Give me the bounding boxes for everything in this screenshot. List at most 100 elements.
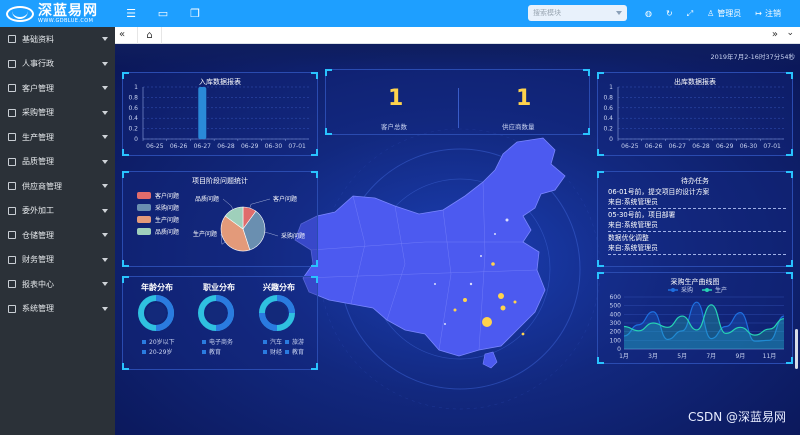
legend-label: 20-29岁 bbox=[149, 349, 173, 356]
pie-label: 采购问题 bbox=[281, 232, 305, 240]
window-icon[interactable]: ▭ bbox=[147, 0, 179, 27]
y-tick-label: 0.6 bbox=[128, 105, 138, 112]
issue-pie-chart: 客户问题采购问题 生产问题 品质问题 bbox=[193, 195, 305, 252]
search-select[interactable]: 搜索模块 bbox=[528, 5, 627, 21]
logout-button[interactable]: ↦ 注销 bbox=[748, 0, 788, 27]
tabs-next-icon[interactable]: » bbox=[772, 29, 778, 40]
donut-legend-item: 20-29岁 bbox=[142, 347, 172, 356]
chevron-down-icon bbox=[102, 61, 108, 69]
tabs-prev-icon[interactable]: « bbox=[119, 29, 125, 40]
bar bbox=[198, 87, 207, 139]
sidebar-item[interactable]: 采购管理 bbox=[0, 101, 115, 126]
x-tick-label: 06-29 bbox=[241, 143, 259, 150]
x-tick-label: 06-30 bbox=[740, 143, 758, 150]
supplier-count-label: 供应商数量 bbox=[502, 123, 535, 131]
brand-url: WWW.GDBLUE.COM bbox=[38, 17, 94, 24]
sidebar-item-label: 财务管理 bbox=[22, 255, 54, 265]
brand-logo[interactable]: 深蓝易网 WWW.GDBLUE.COM bbox=[0, 0, 115, 27]
tabs-menu-icon[interactable]: ⌄ bbox=[786, 28, 794, 38]
sidebar-item[interactable]: 基础资料 bbox=[0, 27, 115, 52]
legend-swatch bbox=[263, 349, 267, 354]
user-menu[interactable]: ♙ 管理员 bbox=[700, 0, 748, 27]
menu-item-icon bbox=[8, 84, 16, 93]
refresh-icon[interactable]: ↻ bbox=[659, 0, 680, 27]
pie-label: 品质问题 bbox=[195, 195, 219, 203]
donut-legend-item: 旅游 bbox=[285, 337, 304, 346]
purchase-production-panel: 采购生产曲线图 采购 生产 0 100 200 300 400 500 600 1月 3月 5月 7月 9… bbox=[597, 272, 793, 364]
scrollbar-thumb[interactable] bbox=[795, 329, 798, 369]
legend-swatch bbox=[202, 349, 206, 354]
globe-icon[interactable]: ◍ bbox=[638, 0, 659, 27]
menu-item-icon bbox=[8, 35, 16, 44]
sidebar-item[interactable]: 报表中心 bbox=[0, 272, 115, 297]
donut-hole bbox=[206, 303, 226, 323]
sidebar-item-label: 系统管理 bbox=[22, 304, 54, 314]
x-tick-label: 06-28 bbox=[217, 143, 235, 150]
chevron-down-icon bbox=[102, 233, 108, 240]
home-icon: ⌂ bbox=[146, 30, 153, 41]
y-tick-label: 0 bbox=[134, 136, 138, 143]
menu-item-icon bbox=[8, 206, 16, 215]
task-text: 数据优化调整 bbox=[608, 234, 649, 242]
sidebar: 基础资料 人事行政 客户管理采购管理生产管理 品质管理 供应商管理 委外加工 仓储管理财务管… bbox=[0, 27, 115, 435]
top-bar: 深蓝易网 WWW.GDBLUE.COM ☰ ▭ ❐ 搜索模块 ◍ ↻ ⤢ ♙ 管… bbox=[0, 0, 800, 27]
legend-marker bbox=[705, 288, 709, 292]
sidebar-item[interactable]: 客户管理 bbox=[0, 76, 115, 101]
x-tick-label: 5月 bbox=[677, 353, 687, 360]
outbound-chart: 0 0.2 0.4 0.6 0.8 1 06-25 06-26 06-27 06-28 06-29 0… bbox=[603, 84, 784, 150]
legend-marker bbox=[671, 288, 675, 292]
chevron-down-icon bbox=[102, 184, 108, 191]
chevron-down-icon bbox=[102, 282, 108, 289]
inbound-chart-panel: 入库数据报表 0 0.2 0.4 0.6 0.8 1 06-25 06-26 06-27 06-2… bbox=[122, 72, 318, 156]
logout-icon: ↦ bbox=[755, 9, 762, 18]
outbound-chart-panel: 出库数据报表 0 0.2 0.4 0.6 0.8 1 06-25 06-26 06-27 06-2… bbox=[597, 72, 793, 156]
sidebar-item[interactable]: 委外加工 bbox=[0, 199, 115, 224]
tab-home[interactable]: ⌂ bbox=[137, 27, 162, 44]
legend-label: 教育 bbox=[209, 349, 222, 356]
donut-hole bbox=[146, 303, 166, 323]
x-tick-label: 06-25 bbox=[621, 143, 639, 150]
menu-item-icon bbox=[8, 182, 16, 191]
task-text: 06-01号前，提交项目的设计方案 bbox=[608, 188, 710, 196]
legend-swatch bbox=[142, 349, 146, 354]
menu-item-icon bbox=[8, 157, 16, 166]
stats-panel: 1 客户总数 1 供应商数量 bbox=[325, 69, 590, 135]
x-tick-label: 06-30 bbox=[265, 143, 283, 150]
task-item[interactable]: 数据优化调整来自:系统管理员 bbox=[608, 232, 786, 255]
user-icon: ♙ bbox=[707, 9, 715, 18]
sidebar-item[interactable]: 财务管理 bbox=[0, 248, 115, 273]
sidebar-item-label: 采购管理 bbox=[22, 108, 54, 118]
x-tick-label: 7月 bbox=[706, 353, 716, 360]
chevron-down-icon bbox=[102, 306, 108, 314]
pie-label: 生产问题 bbox=[193, 230, 217, 238]
x-tick-label: 1月 bbox=[619, 353, 629, 360]
y-tick-label: 0.2 bbox=[603, 126, 613, 133]
sidebar-item[interactable]: 供应商管理 bbox=[0, 174, 115, 199]
menu-toggle-icon[interactable]: ☰ bbox=[115, 0, 147, 27]
task-source: 来自:系统管理员 bbox=[608, 244, 658, 252]
chevron-down-icon bbox=[102, 37, 108, 44]
sidebar-item[interactable]: 品质管理 bbox=[0, 150, 115, 175]
donut-hole bbox=[267, 303, 287, 323]
x-tick-label: 3月 bbox=[648, 353, 658, 360]
task-item[interactable]: 06-01号前，提交项目的设计方案 来自:系统管理员 bbox=[608, 186, 786, 209]
sidebar-item[interactable]: 生产管理 bbox=[0, 125, 115, 150]
donut-legend-item: 20岁以下 bbox=[142, 337, 175, 346]
y-tick-label: 0.6 bbox=[603, 105, 613, 112]
sidebar-item[interactable]: 人事行政 bbox=[0, 52, 115, 77]
sidebar-item[interactable]: 系统管理 bbox=[0, 297, 115, 322]
y-tick-label: 1 bbox=[609, 84, 613, 91]
fullscreen-icon[interactable]: ⤢ bbox=[680, 0, 700, 27]
task-source: 来自:系统管理员 bbox=[608, 198, 658, 206]
chevron-down-icon bbox=[102, 257, 108, 265]
user-label: 管理员 bbox=[717, 9, 742, 18]
task-item[interactable]: 05-30号前，项目部署 来自:系统管理员 bbox=[608, 209, 786, 232]
chevron-down-icon bbox=[102, 86, 108, 93]
donut-charts bbox=[138, 295, 295, 331]
y-tick-label: 0.4 bbox=[603, 115, 613, 122]
stats-divider bbox=[458, 88, 459, 128]
legend-swatch bbox=[285, 339, 289, 344]
copy-icon[interactable]: ❐ bbox=[179, 0, 211, 27]
menu-item-icon bbox=[8, 108, 16, 117]
sidebar-item[interactable]: 仓储管理 bbox=[0, 223, 115, 248]
